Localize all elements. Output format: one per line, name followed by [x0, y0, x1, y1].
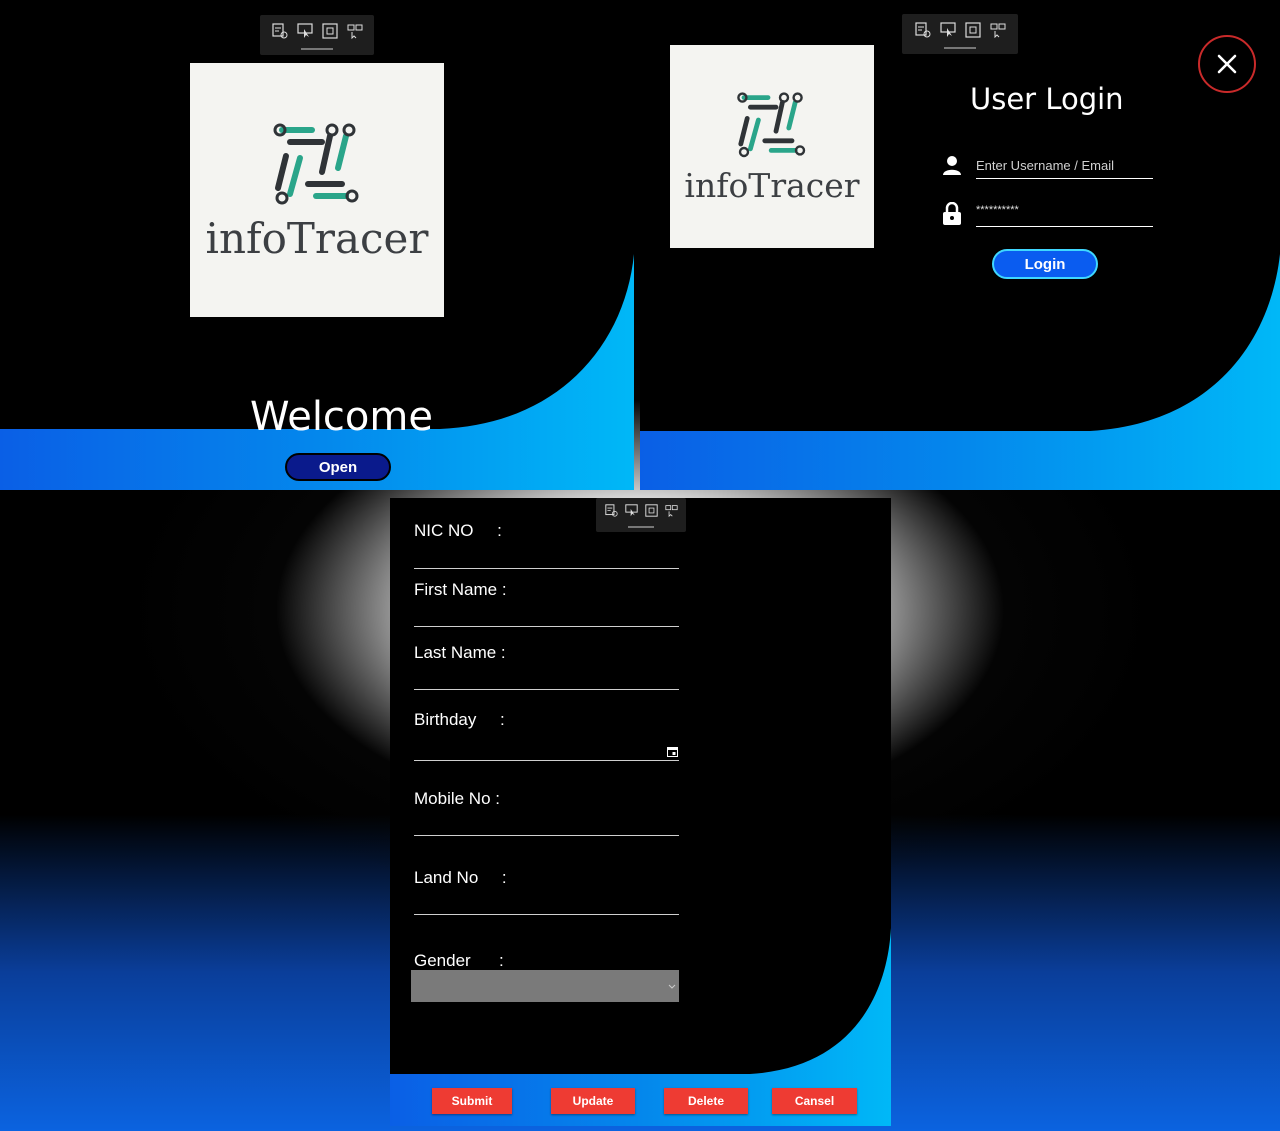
logo-text: infoTracer: [205, 213, 429, 263]
birthday-underline: [414, 760, 679, 761]
welcome-heading: Welcome: [250, 394, 433, 440]
open-button[interactable]: Open: [285, 453, 391, 481]
login-title: User Login: [970, 82, 1124, 116]
logo-text: infoTracer: [684, 166, 860, 205]
first-name-label: First Name :: [414, 580, 507, 599]
last-name-underline: [414, 689, 679, 690]
login-window: infoTracer User Login Enter Username / E…: [640, 14, 1280, 490]
gender-label: Gender :: [414, 951, 504, 970]
gender-select[interactable]: [411, 970, 679, 1002]
display-layout-icon[interactable]: [346, 22, 364, 40]
username-input[interactable]: Enter Username / Email: [976, 158, 1153, 179]
infotracer-logo-icon: [737, 92, 806, 158]
select-element-icon[interactable]: [914, 21, 932, 39]
birthday-label: Birthday :: [414, 710, 505, 729]
nic-label: NIC NO :: [414, 521, 502, 540]
track-focus-icon[interactable]: [644, 503, 659, 518]
select-element-icon[interactable]: [604, 503, 619, 518]
pointer-icon[interactable]: [939, 21, 957, 39]
logo-card: infoTracer: [670, 45, 874, 248]
debug-toolbar: [902, 14, 1018, 54]
land-input[interactable]: [414, 890, 679, 914]
pointer-icon[interactable]: [296, 22, 314, 40]
mobile-label: Mobile No :: [414, 789, 500, 808]
mobile-input[interactable]: [414, 810, 679, 835]
nic-underline: [414, 568, 679, 569]
chevron-down-icon: [668, 984, 676, 989]
close-icon: [1217, 54, 1237, 74]
first-name-underline: [414, 626, 679, 627]
submit-button[interactable]: Submit: [432, 1088, 512, 1114]
birthday-date-picker[interactable]: [414, 734, 679, 760]
logo-card: infoTracer: [190, 63, 444, 317]
first-name-input[interactable]: [414, 601, 679, 626]
login-button[interactable]: Login: [992, 249, 1098, 279]
close-button[interactable]: [1198, 35, 1256, 93]
last-name-label: Last Name :: [414, 643, 506, 662]
last-name-input[interactable]: [414, 664, 679, 689]
toolbar-handle[interactable]: [944, 47, 976, 49]
toolbar-handle[interactable]: [301, 48, 333, 50]
infotracer-logo-icon: [273, 123, 359, 204]
land-label: Land No :: [414, 868, 507, 887]
user-icon: [941, 154, 963, 180]
select-element-icon[interactable]: [271, 22, 289, 40]
calendar-icon[interactable]: [667, 742, 678, 761]
debug-toolbar: [260, 15, 374, 55]
display-layout-icon[interactable]: [989, 21, 1007, 39]
track-focus-icon[interactable]: [321, 22, 339, 40]
update-button[interactable]: Update: [551, 1088, 635, 1114]
pointer-icon[interactable]: [624, 503, 639, 518]
display-layout-icon[interactable]: [664, 503, 679, 518]
land-underline: [414, 914, 679, 915]
lock-icon: [942, 201, 962, 230]
welcome-window: infoTracer Welcome Open: [0, 14, 634, 490]
registration-window: NIC NO : First Name : Last Name : Birthd…: [390, 498, 891, 1126]
toolbar-handle[interactable]: [628, 526, 654, 528]
debug-toolbar: [596, 498, 686, 532]
password-input[interactable]: **********: [976, 204, 1153, 227]
track-focus-icon[interactable]: [964, 21, 982, 39]
cancel-button[interactable]: Cansel: [772, 1088, 857, 1114]
delete-button[interactable]: Delete: [664, 1088, 748, 1114]
nic-input[interactable]: [414, 542, 679, 568]
mobile-underline: [414, 835, 679, 836]
